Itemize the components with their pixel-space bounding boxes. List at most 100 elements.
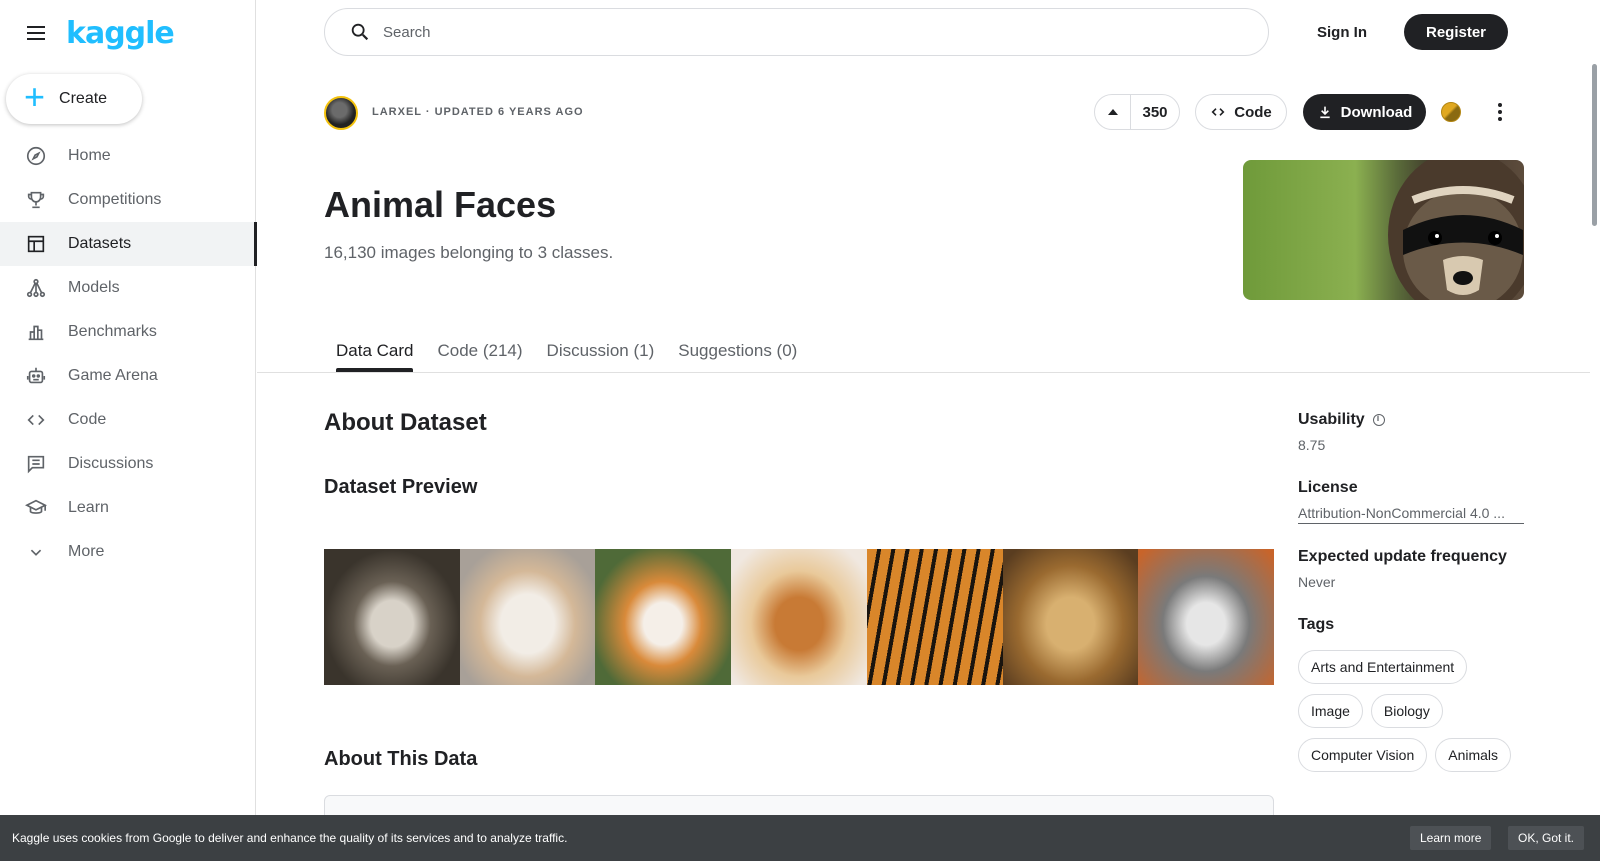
tags-heading-section: Tags (1298, 616, 1538, 634)
sidebar-item-label: Learn (68, 499, 109, 516)
table-icon (24, 232, 48, 256)
sidebar-item-label: Code (68, 411, 107, 428)
about-dataset-heading: About Dataset (324, 409, 487, 436)
school-icon (24, 496, 48, 520)
tab-suggestions[interactable]: Suggestions (0) (666, 330, 809, 372)
download-button[interactable]: Download (1303, 94, 1426, 130)
sidebar-item-label: Home (68, 147, 111, 164)
sidebar-item-home[interactable]: Home (0, 134, 256, 178)
tag-chip[interactable]: Animals (1435, 738, 1512, 772)
scrollbar[interactable] (1592, 64, 1597, 226)
tag-chip[interactable]: Arts and Entertainment (1298, 650, 1468, 684)
bar-chart-icon (24, 320, 48, 344)
download-icon (1319, 106, 1330, 119)
sidebar-item-competitions[interactable]: Competitions (0, 178, 256, 222)
ok-got-it-button[interactable]: OK, Got it. (1508, 826, 1585, 850)
sidebar-item-benchmarks[interactable]: Benchmarks (0, 310, 256, 354)
learn-more-button[interactable]: Learn more (1410, 826, 1492, 850)
page-title: Animal Faces (324, 184, 557, 225)
vote-count: 350 (1142, 103, 1168, 121)
search-icon (351, 23, 369, 41)
plus-icon: + (24, 76, 46, 117)
tab-data-card[interactable]: Data Card (324, 330, 425, 372)
search-bar[interactable] (324, 8, 1269, 56)
code-button[interactable]: Code (1195, 94, 1287, 130)
license-label: License (1298, 479, 1358, 496)
compass-icon (24, 144, 48, 168)
dataset-tabs: Data Card Code (214) Discussion (1) Sugg… (324, 330, 809, 372)
search-input[interactable] (383, 23, 1183, 41)
dog-image (731, 549, 867, 685)
dataset-subtitle: 16,130 images belonging to 3 classes. (324, 243, 614, 262)
cat-image (459, 549, 596, 685)
sidebar-item-models[interactable]: Models (0, 266, 256, 310)
update-frequency-label: Expected update frequency (1298, 548, 1507, 565)
sidebar-item-learn[interactable]: Learn (0, 486, 256, 530)
sign-in-button[interactable]: Sign In (1305, 14, 1379, 50)
usability-section: Usability 8.75 (1298, 411, 1538, 453)
sidebar-nav: Home Competitions Datasets Models Benchm… (0, 134, 257, 574)
register-button[interactable]: Register (1404, 14, 1508, 50)
license-link[interactable]: Attribution-NonCommercial 4.0 ... (1298, 505, 1524, 524)
sidebar: kaggle + Create Home Competitions Datase… (0, 0, 257, 861)
cookie-message: Kaggle uses cookies from Google to deliv… (12, 831, 568, 845)
sidebar-item-label: Datasets (68, 235, 132, 252)
sidebar-item-label: Benchmarks (68, 323, 157, 340)
dog-image (595, 549, 732, 685)
code-button-label: Code (1234, 103, 1272, 121)
tab-discussion[interactable]: Discussion (1) (535, 330, 667, 372)
about-this-data-heading: About This Data (324, 748, 478, 770)
avatar[interactable] (324, 96, 358, 130)
kaggle-logo[interactable]: kaggle (66, 16, 175, 51)
arrow-up-icon (1107, 109, 1118, 115)
chevron-down-icon (24, 540, 48, 564)
sidebar-header: kaggle (0, 0, 255, 66)
sidebar-item-more[interactable]: More (0, 530, 256, 574)
dataset-cover-image (1243, 160, 1524, 300)
sidebar-item-label: Models (68, 279, 120, 296)
code-icon (24, 408, 48, 432)
sidebar-item-label: Discussions (68, 455, 154, 472)
create-label: Create (59, 90, 108, 107)
comment-icon (24, 452, 48, 476)
menu-icon[interactable] (24, 21, 48, 45)
owner-updated-line: LARXEL · UPDATED 6 YEARS AGO (372, 106, 584, 118)
usability-label: Usability (1298, 411, 1538, 429)
more-options-icon[interactable] (1494, 98, 1506, 126)
trophy-icon (24, 188, 48, 212)
code-icon (1211, 108, 1225, 116)
license-section: License Attribution-NonCommercial 4.0 ..… (1298, 479, 1538, 524)
vote-control: 350 (1094, 94, 1180, 130)
sidebar-item-game-arena[interactable]: Game Arena (0, 354, 256, 398)
robot-icon (24, 364, 48, 388)
tag-chip[interactable]: Image (1298, 694, 1363, 728)
create-button[interactable]: + Create (6, 74, 142, 124)
update-frequency-section: Expected update frequency Never (1298, 548, 1538, 590)
update-frequency-value: Never (1298, 574, 1336, 590)
medal-icon (1441, 102, 1461, 122)
tag-chip[interactable]: Biology (1370, 694, 1443, 728)
sidebar-item-code[interactable]: Code (0, 398, 256, 442)
models-icon (24, 276, 48, 300)
sidebar-item-label: Game Arena (68, 367, 158, 384)
cat-image (324, 549, 460, 685)
sidebar-item-label: Competitions (68, 191, 162, 208)
dataset-preview-image (324, 549, 1275, 685)
wolf-image (1138, 549, 1275, 685)
raccoon-image (1388, 160, 1524, 300)
tab-code[interactable]: Code (214) (425, 330, 534, 372)
info-icon[interactable] (1372, 413, 1385, 426)
tiger-image (866, 549, 1003, 685)
tabs-divider (257, 372, 1590, 373)
dataset-preview-heading: Dataset Preview (324, 476, 478, 498)
tag-chip[interactable]: Computer Vision (1298, 738, 1428, 772)
sidebar-item-discussions[interactable]: Discussions (0, 442, 256, 486)
tags-label: Tags (1298, 616, 1335, 633)
cookie-banner: Kaggle uses cookies from Google to deliv… (0, 815, 1600, 861)
sidebar-item-label: More (68, 543, 105, 560)
upvote-button[interactable] (1095, 95, 1131, 129)
usability-value: 8.75 (1298, 437, 1326, 453)
sidebar-item-datasets[interactable]: Datasets (0, 222, 257, 266)
lion-image (1002, 549, 1139, 685)
tags-list: Arts and Entertainment Image Biology Com… (1298, 650, 1538, 772)
